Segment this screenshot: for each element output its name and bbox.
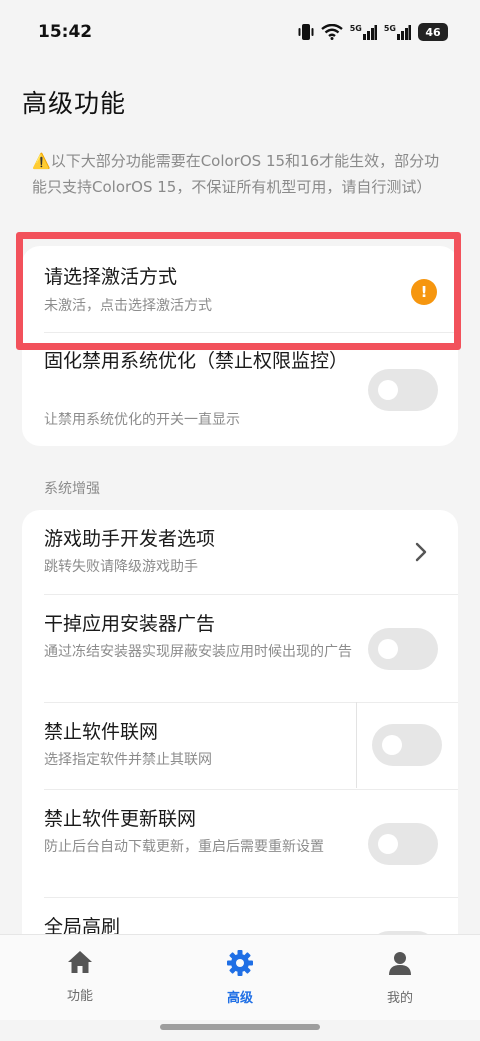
gear-icon [227,950,253,976]
installer-ads-toggle[interactable] [368,628,438,670]
page-title: 高级功能 [22,89,127,118]
nav-label: 高级 [226,991,253,1006]
signal-5g-icon: 5G [384,24,411,40]
home-indicator [160,1024,320,1030]
battery-icon: 46 [418,23,448,41]
highlight-box [16,232,461,350]
nav-tab-features[interactable]: 功能 [0,935,160,1021]
block-app-network-row[interactable]: 禁止软件联网 选择指定软件并禁止其联网 [22,703,458,789]
item-title: 禁止软件更新联网 [44,808,197,830]
item-subtitle: 选择指定软件并禁止其联网 [44,752,212,768]
block-app-network-toggle[interactable] [372,724,442,766]
home-icon [68,951,92,973]
toggle-knob [378,380,398,400]
item-title: 禁止软件联网 [44,721,159,743]
item-title: 干掉应用安装器广告 [44,613,216,635]
person-icon [389,952,411,975]
installer-ads-row[interactable]: 干掉应用安装器广告 通过冻结安装器实现屏蔽安装应用时候出现的广告 [22,595,458,702]
nav-label: 我的 [386,991,413,1006]
section-header-system: 系统增强 [44,481,100,497]
nav-label: 功能 [66,989,93,1004]
item-subtitle: 通过冻结安装器实现屏蔽安装应用时候出现的广告 [44,644,352,660]
fix-disable-subtitle: 让禁用系统优化的开关一直显示 [44,412,240,428]
fix-disable-toggle[interactable] [368,369,438,411]
notice-body: 以下大部分功能需要在ColorOS 15和16才能生效，部分功能只支持Color… [32,152,440,196]
wifi-icon [320,24,343,40]
block-update-network-toggle[interactable] [368,823,438,865]
signal-5g-icon: 5G [350,24,377,40]
chevron-right-icon [415,542,427,562]
block-update-network-row[interactable]: 禁止软件更新联网 防止后台自动下载更新，重启后需要重新设置 [22,790,458,897]
item-title: 游戏助手开发者选项 [44,528,216,550]
nav-tab-advanced[interactable]: 高级 [160,935,320,1021]
status-icons: 5G 5G 46 [298,23,448,41]
vertical-divider [356,702,357,788]
fix-disable-title: 固化禁用系统优化（禁止权限监控） [44,350,349,372]
toggle-knob [378,834,398,854]
notice-text: ⚠️以下大部分功能需要在ColorOS 15和16才能生效，部分功能只支持Col… [32,148,452,200]
system-enhance-card: 游戏助手开发者选项 跳转失败请降级游戏助手 干掉应用安装器广告 通过冻结安装器实… [22,510,458,950]
nav-tab-mine[interactable]: 我的 [320,935,480,1021]
bottom-nav: 功能 高级 我的 [0,934,480,1020]
item-subtitle: 防止后台自动下载更新，重启后需要重新设置 [44,839,324,855]
vibrate-icon [298,24,314,40]
toggle-knob [382,735,402,755]
game-assistant-dev-row[interactable]: 游戏助手开发者选项 跳转失败请降级游戏助手 [22,510,458,594]
status-bar: 15:42 5G 5G 46 [0,0,480,64]
clock: 15:42 [38,22,93,42]
toggle-knob [378,639,398,659]
warning-icon: ⚠️ [32,152,51,170]
item-subtitle: 跳转失败请降级游戏助手 [44,559,198,575]
